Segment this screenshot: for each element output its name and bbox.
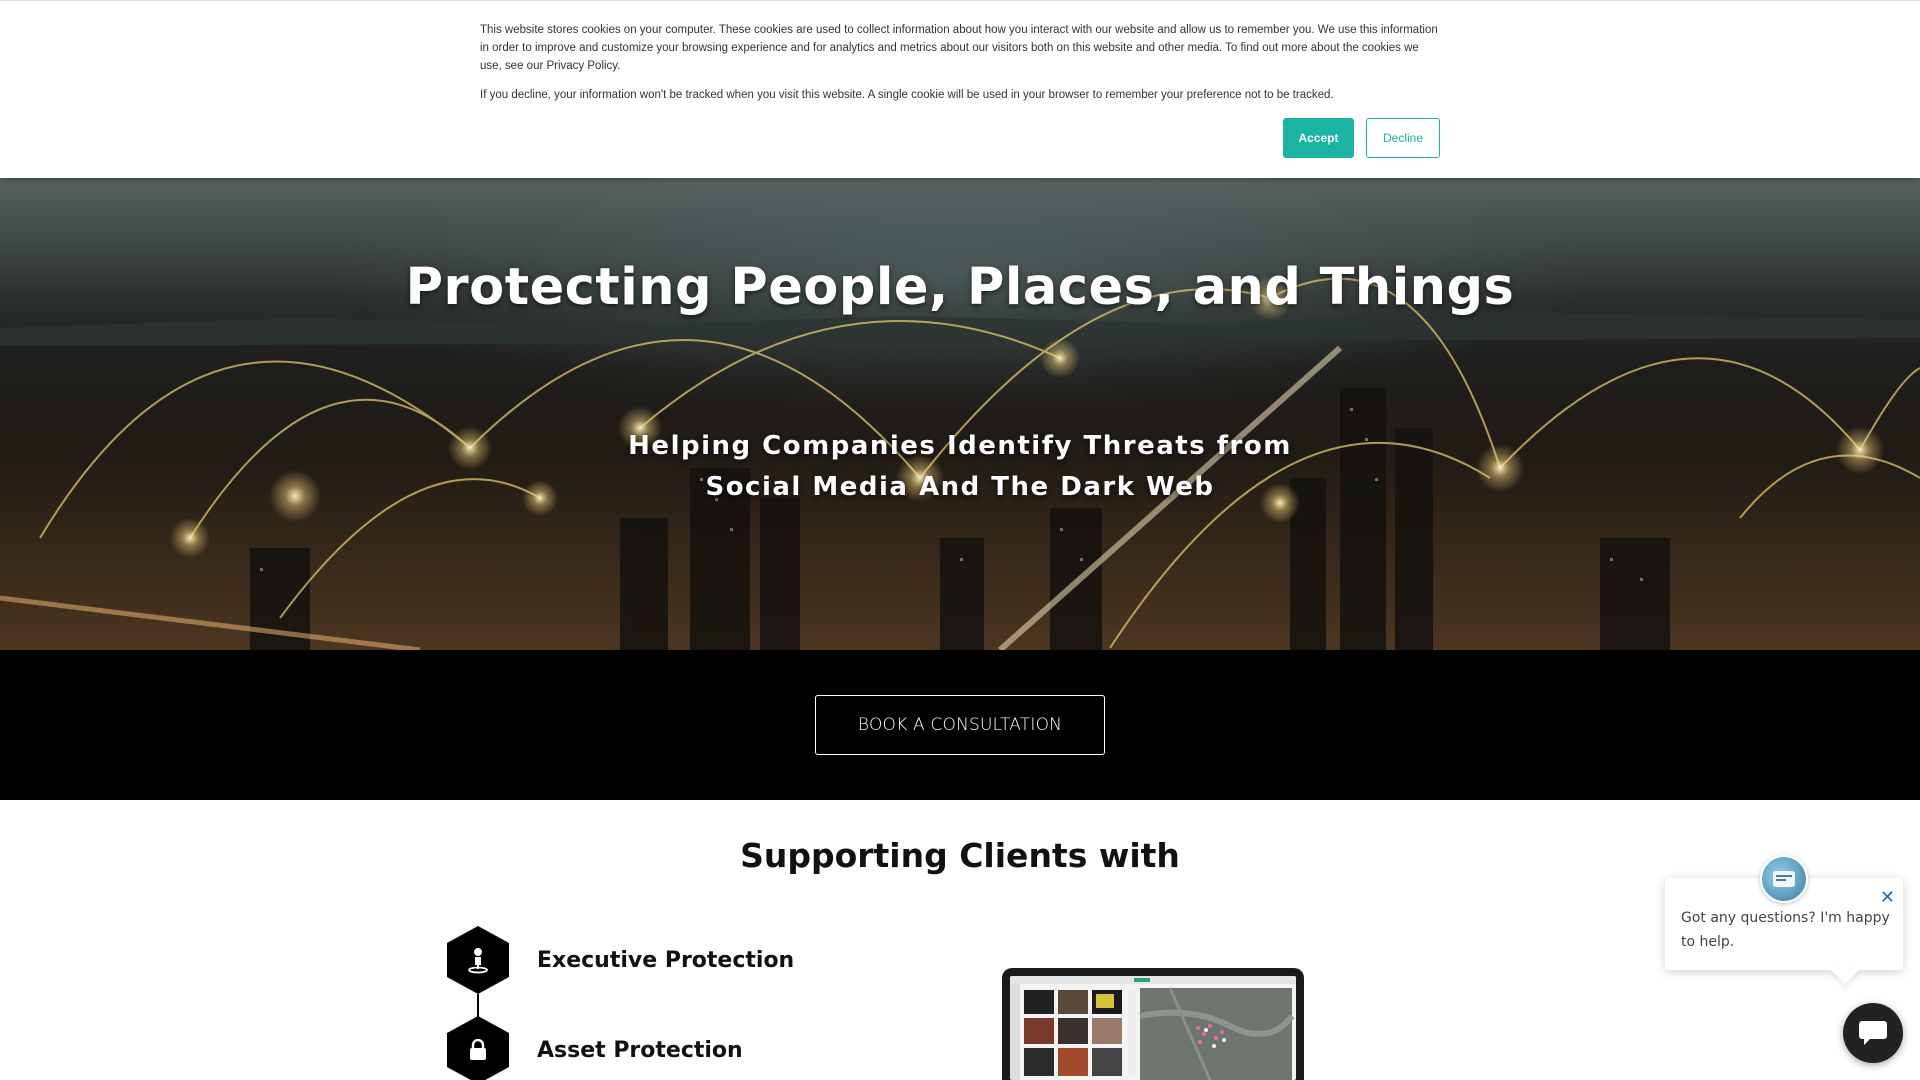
service-asset-protection: Asset Protection (447, 1016, 743, 1080)
hero-subtitle: Helping Companies Identify Threats from … (560, 426, 1360, 508)
service-executive-protection: Executive Protection (447, 926, 794, 994)
service-label: Asset Protection (537, 1037, 743, 1063)
accept-cookies-button[interactable]: Accept (1283, 118, 1354, 158)
close-icon[interactable]: ✕ (1880, 888, 1895, 906)
section-title: Supporting Clients with (740, 836, 1180, 875)
cookie-text-decline-info: If you decline, your information won't b… (480, 89, 1334, 101)
chat-agent-avatar (1760, 855, 1808, 903)
cookie-content: This website stores cookies on your comp… (480, 21, 1442, 104)
service-connector-line (477, 994, 479, 1018)
book-consultation-button[interactable]: BOOK A CONSULTATION (815, 695, 1105, 755)
cta-band: BOOK A CONSULTATION (0, 650, 1920, 800)
chat-greeting-text: Got any questions? I'm happy to help. (1681, 910, 1890, 950)
service-label: Executive Protection (537, 947, 795, 973)
city-network-background (0, 276, 1920, 650)
hero-subtitle-line-1: Helping Companies Identify Threats from (628, 431, 1292, 461)
decline-cookies-button[interactable]: Decline (1366, 118, 1440, 158)
lock-icon (447, 1016, 509, 1080)
cookie-text-main: This website stores cookies on your comp… (480, 24, 1438, 72)
hero-subtitle-line-2: Social Media And The Dark Web (705, 472, 1215, 502)
person-pin-icon (447, 926, 509, 994)
product-laptop-screenshot (1002, 968, 1304, 1080)
chat-launcher-button[interactable] (1843, 1003, 1903, 1063)
cookie-consent-banner: This website stores cookies on your comp… (0, 0, 1920, 178)
chat-bubble-icon (1859, 1021, 1887, 1045)
hero-banner: Protecting People, Places, and Things He… (0, 178, 1920, 650)
hero-title: Protecting People, Places, and Things (405, 258, 1515, 317)
dashboard-preview (1010, 976, 1296, 1080)
